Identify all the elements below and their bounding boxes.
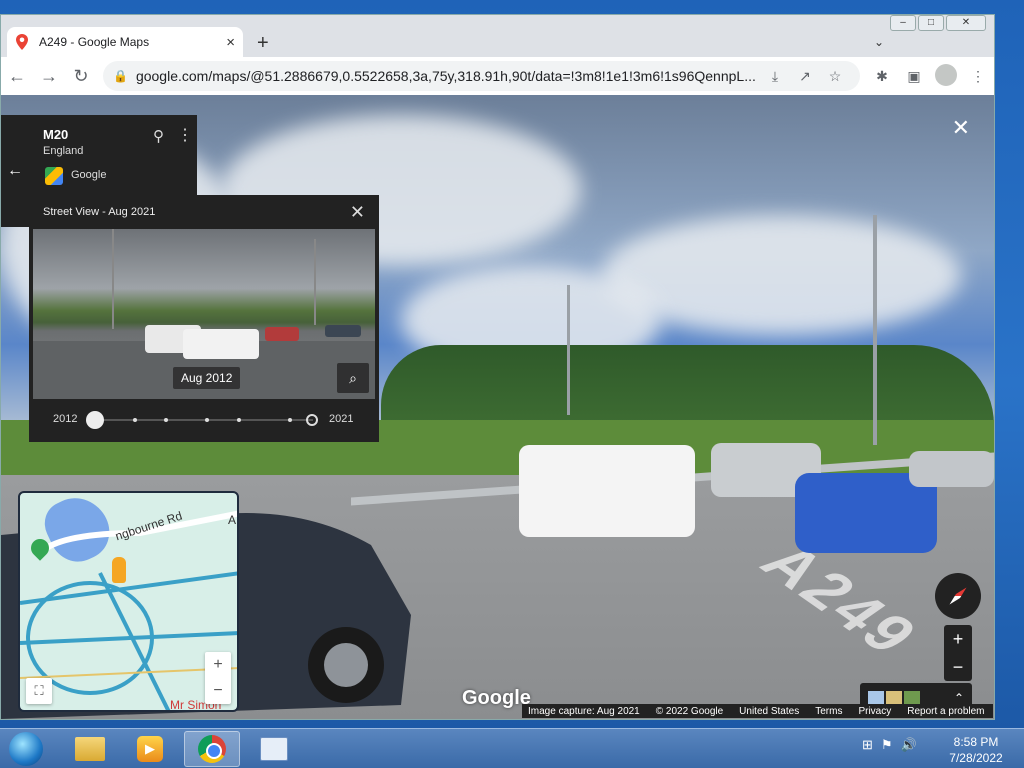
minimap[interactable]: ngbourne Rd A Mr Simon ⛶ + −: [18, 491, 239, 712]
compass-icon[interactable]: [935, 573, 981, 619]
privacy-link[interactable]: Privacy: [858, 706, 891, 717]
flag-icon[interactable]: ⚑: [881, 737, 893, 753]
taskbar-chrome[interactable]: [184, 731, 240, 767]
taskbar-explorer[interactable]: [62, 731, 118, 767]
road-label-edge: A: [228, 513, 237, 527]
windows-orb-icon: [9, 732, 43, 766]
browser-window: – □ ✕ A249 - Google Maps × + ⌄ ← → ↻ 🔒 g…: [0, 14, 995, 720]
install-icon[interactable]: ⤓: [760, 68, 790, 85]
tab-close-icon[interactable]: ×: [226, 34, 235, 51]
slider-tick[interactable]: [288, 418, 292, 422]
tab-google-maps[interactable]: A249 - Google Maps ×: [7, 27, 243, 57]
year-start-label: 2012: [53, 413, 78, 425]
menu-kebab-icon[interactable]: ⋮: [962, 68, 994, 85]
slider-tick[interactable]: [237, 418, 241, 422]
chrome-icon: [198, 735, 226, 763]
location-region: England: [43, 145, 84, 157]
new-tab-button[interactable]: +: [257, 32, 269, 55]
profile-avatar[interactable]: [930, 63, 962, 89]
slider-track: [95, 419, 313, 421]
folder-icon: [75, 737, 105, 761]
terms-link[interactable]: Terms: [815, 706, 842, 717]
close-time-machine-icon[interactable]: ✕: [350, 202, 365, 223]
location-card: M20 England ⚲ ⋮ Google: [29, 115, 197, 195]
taskbar-media-player[interactable]: ▶: [122, 731, 178, 767]
year-slider[interactable]: 2012 2021: [29, 407, 379, 433]
country-link[interactable]: United States: [739, 706, 799, 717]
slider-tick[interactable]: [205, 418, 209, 422]
close-street-view-icon[interactable]: ✕: [952, 115, 970, 141]
location-pin-icon[interactable]: ⚲: [153, 127, 164, 145]
extensions-icon[interactable]: ✱: [866, 68, 898, 85]
share-icon[interactable]: ↗: [790, 68, 820, 85]
zoom-out-button[interactable]: −: [944, 653, 972, 681]
start-button[interactable]: [4, 729, 48, 768]
zoom-thumbnail-icon[interactable]: ⌕: [337, 363, 369, 393]
slider-knob[interactable]: [86, 411, 104, 429]
pegman-icon[interactable]: [112, 557, 126, 583]
volume-icon[interactable]: 🔊: [901, 737, 917, 753]
media-player-icon: ▶: [137, 736, 163, 762]
slider-tick[interactable]: [133, 418, 137, 422]
lock-icon: 🔒: [113, 69, 128, 83]
zoom-in-button[interactable]: +: [944, 625, 972, 653]
fullscreen-icon[interactable]: ⛶: [26, 678, 52, 704]
side-panel-icon[interactable]: ▣: [898, 68, 930, 85]
silver-car: [909, 451, 994, 487]
layer-swatch-satellite[interactable]: [904, 691, 920, 705]
copyright: © 2022 Google: [655, 705, 724, 717]
reload-button[interactable]: ↻: [65, 60, 97, 92]
report-link[interactable]: Report a problem: [907, 706, 984, 717]
layer-swatch-terrain[interactable]: [886, 691, 902, 705]
system-tray: ⊞ ⚑ 🔊: [862, 737, 917, 753]
google-watermark: Google: [462, 687, 531, 709]
taskbar-clock[interactable]: 8:58 PM 7/28/2022: [930, 734, 1022, 766]
time-machine-panel: ⟲ Street View - Aug 2021 ✕ Aug 2012 ⌕: [29, 195, 379, 442]
control-panel-icon: [260, 737, 288, 761]
network-icon[interactable]: ⊞: [862, 737, 873, 753]
white-van: [519, 445, 695, 537]
provider-label: Google: [71, 169, 107, 181]
browser-toolbar: ← → ↻ 🔒 google.com/maps/@51.2886679,0.55…: [1, 57, 994, 95]
street-view-canvas[interactable]: A249 ✕ ← M20 England ⚲ ⋮ Google ⟲ Street…: [1, 95, 994, 719]
back-arrow-icon[interactable]: ←: [1, 115, 29, 227]
tab-title: A249 - Google Maps: [39, 35, 150, 49]
url-text[interactable]: google.com/maps/@51.2886679,0.5522658,3a…: [136, 68, 760, 84]
historical-thumbnail[interactable]: Aug 2012 ⌕: [33, 229, 375, 399]
layer-swatch-map[interactable]: [868, 691, 884, 705]
time-machine-title: Street View - Aug 2021: [43, 206, 156, 218]
taskbar: ▶ ⊞ ⚑ 🔊 8:58 PM 7/28/2022: [0, 728, 1024, 768]
location-name: M20: [43, 127, 69, 142]
map-footer: Image capture: Aug 2021 © 2022 Google Un…: [522, 704, 993, 718]
more-options-icon[interactable]: ⋮: [177, 125, 193, 145]
history-clock-icon[interactable]: ⟲: [959, 200, 994, 216]
taskbar-control-panel[interactable]: [246, 731, 302, 767]
minimap-zoom-control: + −: [205, 652, 231, 704]
maps-pin-icon: [16, 34, 28, 50]
compass-needle: [941, 579, 975, 613]
thumbnail-date-label: Aug 2012: [173, 367, 241, 389]
zoom-control: + −: [944, 625, 972, 681]
slider-tick[interactable]: [164, 418, 168, 422]
time-machine-header: ⟲ Street View - Aug 2021 ✕: [29, 195, 379, 229]
address-bar[interactable]: 🔒 google.com/maps/@51.2886679,0.5522658,…: [103, 61, 860, 91]
capture-date: Image capture: Aug 2021: [528, 705, 640, 717]
tab-search-chevron-icon[interactable]: ⌄: [874, 35, 884, 49]
clock-date: 7/28/2022: [949, 751, 1003, 765]
tab-strip: A249 - Google Maps × + ⌄: [1, 23, 994, 57]
clock-time: 8:58 PM: [953, 735, 999, 749]
year-end-label: 2021: [329, 413, 354, 425]
minimap-zoom-in-button[interactable]: +: [205, 652, 231, 678]
bookmark-star-icon[interactable]: ☆: [820, 68, 850, 85]
expand-chevron-icon[interactable]: ⌃: [954, 691, 964, 705]
lamp-post: [873, 215, 877, 445]
slider-current-marker[interactable]: [306, 414, 318, 426]
footer-wrap: [1, 719, 995, 720]
lamp-post: [567, 285, 570, 415]
forward-button[interactable]: →: [33, 60, 65, 92]
minimap-zoom-out-button[interactable]: −: [205, 678, 231, 704]
google-maps-logo-icon: [45, 167, 63, 185]
back-button[interactable]: ←: [1, 60, 33, 92]
